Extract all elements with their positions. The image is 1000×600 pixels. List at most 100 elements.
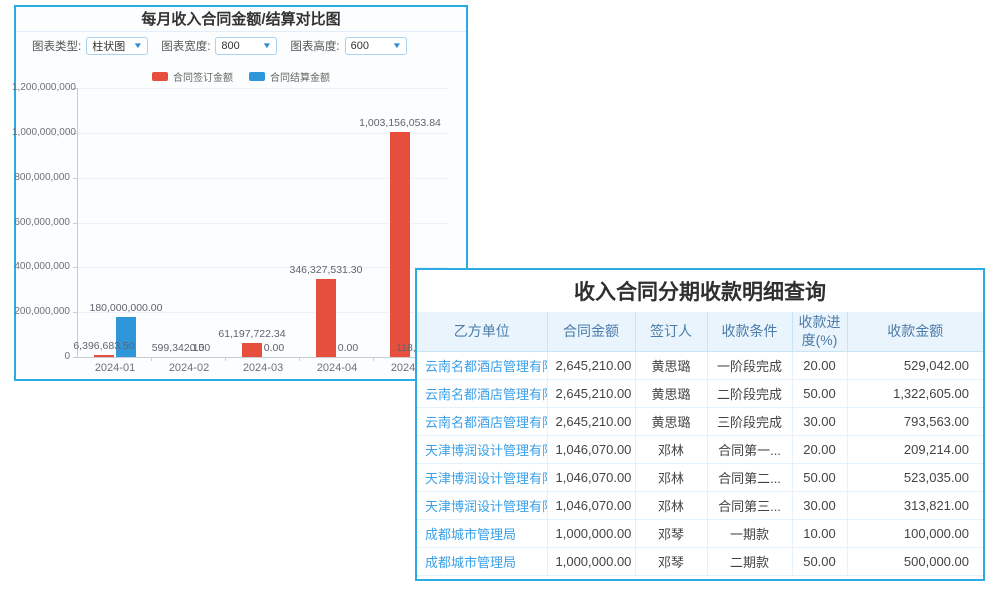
chart-width-label: 图表宽度:: [161, 38, 210, 54]
table-row: 云南名都酒店管理有限公司2,645,210.00黄思璐三阶段完成30.00793…: [417, 408, 983, 436]
cell-contract-amount: 1,046,070.00: [547, 492, 635, 520]
legend-label: 合同结算金额: [270, 69, 330, 84]
cell-contract-amount: 2,645,210.00: [547, 380, 635, 408]
table-row: 成都城市管理局1,000,000.00邓琴二期款50.00500,000.00: [417, 548, 983, 576]
company-link[interactable]: 云南名都酒店管理有限公司: [425, 387, 547, 402]
table-row: 天津博润设计管理有限公司1,046,070.00邓林合同第二...50.0052…: [417, 464, 983, 492]
bar-合同签订金额-2024-01[interactable]: [94, 355, 114, 357]
company-link[interactable]: 成都城市管理局: [425, 527, 516, 542]
chart-title: 每月收入合同金额/结算对比图: [16, 9, 466, 31]
table-title: 收入合同分期收款明细查询: [417, 270, 983, 312]
company-link[interactable]: 天津博润设计管理有限公司: [425, 443, 547, 458]
cell-company[interactable]: 天津博润设计管理有限公司: [417, 492, 547, 520]
bar-合同签订金额-2024-05[interactable]: [390, 132, 410, 357]
x-axis-label: 2024-01: [78, 362, 152, 374]
cell-company[interactable]: 成都城市管理局: [417, 520, 547, 548]
cell-contract-amount: 2,645,210.00: [547, 408, 635, 436]
chevron-down-icon: ▼: [133, 42, 143, 50]
table-row: 云南名都酒店管理有限公司2,645,210.00黄思璐一阶段完成20.00529…: [417, 352, 983, 380]
cell-condition: 一阶段完成: [707, 352, 792, 380]
legend-item-settle[interactable]: 合同结算金额: [249, 69, 330, 84]
legend-item-sign[interactable]: 合同签订金额: [152, 69, 233, 84]
company-link[interactable]: 天津博润设计管理有限公司: [425, 471, 547, 486]
bar-value-label: 346,327,531.30: [266, 264, 386, 276]
cell-progress: 50.00: [792, 380, 847, 408]
y-axis-label: 1,000,000,000: [12, 127, 70, 138]
cell-condition: 合同第二...: [707, 464, 792, 492]
cell-signer: 黄思璐: [635, 352, 707, 380]
company-link[interactable]: 云南名都酒店管理有限公司: [425, 415, 547, 430]
title-separator: [16, 31, 466, 32]
chart-width-select[interactable]: 800 ▼: [215, 37, 277, 55]
cell-amount: 1,322,605.00: [847, 380, 983, 408]
cell-company[interactable]: 成都城市管理局: [417, 548, 547, 576]
cell-signer: 邓琴: [635, 520, 707, 548]
chart-type-value: 柱状图: [92, 38, 125, 54]
y-axis-tick: [73, 178, 78, 179]
cell-company[interactable]: 云南名都酒店管理有限公司: [417, 380, 547, 408]
cell-amount: 209,214.00: [847, 436, 983, 464]
x-axis-tick: [151, 357, 152, 361]
cell-progress: 20.00: [792, 436, 847, 464]
table-header-row: 乙方单位合同金额签订人收款条件收款进度(%)收款金额: [417, 312, 983, 352]
x-axis-label: 2024-02: [152, 362, 226, 374]
cell-condition: 二期款: [707, 548, 792, 576]
column-header: 签订人: [635, 312, 707, 352]
y-axis-label: 0: [12, 351, 70, 362]
cell-company[interactable]: 天津博润设计管理有限公司: [417, 464, 547, 492]
chart-height-label: 图表高度:: [290, 38, 339, 54]
cell-company[interactable]: 云南名都酒店管理有限公司: [417, 408, 547, 436]
cell-condition: 二阶段完成: [707, 380, 792, 408]
table-body: 云南名都酒店管理有限公司2,645,210.00黄思璐一阶段完成20.00529…: [417, 352, 983, 576]
chart-height-control: 图表高度: 600 ▼: [290, 37, 406, 55]
cell-signer: 邓林: [635, 492, 707, 520]
cell-condition: 合同第一...: [707, 436, 792, 464]
table-row: 云南名都酒店管理有限公司2,645,210.00黄思璐二阶段完成50.001,3…: [417, 380, 983, 408]
chart-legend: 合同签订金额 合同结算金额: [16, 69, 466, 84]
y-axis-label: 800,000,000: [12, 172, 70, 183]
company-link[interactable]: 天津博润设计管理有限公司: [425, 499, 547, 514]
y-axis-label: 600,000,000: [12, 217, 70, 228]
cell-signer: 黄思璐: [635, 408, 707, 436]
y-axis-label: 200,000,000: [12, 306, 70, 317]
cell-company[interactable]: 云南名都酒店管理有限公司: [417, 352, 547, 380]
company-link[interactable]: 成都城市管理局: [425, 555, 516, 570]
gridline: [78, 88, 448, 89]
bar-value-label: 180,000,000.00: [66, 302, 186, 314]
cell-condition: 三阶段完成: [707, 408, 792, 436]
cell-progress: 10.00: [792, 520, 847, 548]
company-link[interactable]: 云南名都酒店管理有限公司: [425, 359, 547, 374]
chart-width-value: 800: [221, 40, 239, 52]
x-axis-tick: [299, 357, 300, 361]
legend-swatch-red: [152, 72, 168, 81]
cell-condition: 一期款: [707, 520, 792, 548]
cell-contract-amount: 1,000,000.00: [547, 520, 635, 548]
cell-company[interactable]: 天津博润设计管理有限公司: [417, 436, 547, 464]
installment-table: 乙方单位合同金额签订人收款条件收款进度(%)收款金额 云南名都酒店管理有限公司2…: [417, 312, 983, 576]
cell-contract-amount: 1,046,070.00: [547, 464, 635, 492]
legend-swatch-blue: [249, 72, 265, 81]
detail-table-panel: 收入合同分期收款明细查询 乙方单位合同金额签订人收款条件收款进度(%)收款金额 …: [415, 268, 985, 581]
cell-signer: 黄思璐: [635, 380, 707, 408]
cell-progress: 20.00: [792, 352, 847, 380]
column-header: 收款条件: [707, 312, 792, 352]
y-axis-tick: [73, 223, 78, 224]
chart-height-value: 600: [351, 40, 369, 52]
cell-contract-amount: 2,645,210.00: [547, 352, 635, 380]
cell-signer: 邓琴: [635, 548, 707, 576]
cell-progress: 30.00: [792, 408, 847, 436]
cell-progress: 50.00: [792, 464, 847, 492]
y-axis-tick: [73, 267, 78, 268]
cell-contract-amount: 1,000,000.00: [547, 548, 635, 576]
chart-type-select[interactable]: 柱状图 ▼: [86, 37, 148, 55]
chart-height-select[interactable]: 600 ▼: [345, 37, 407, 55]
chart-width-control: 图表宽度: 800 ▼: [161, 37, 277, 55]
column-header: 乙方单位: [417, 312, 547, 352]
cell-amount: 500,000.00: [847, 548, 983, 576]
chevron-down-icon: ▼: [391, 42, 401, 50]
table-row: 天津博润设计管理有限公司1,046,070.00邓林合同第一...20.0020…: [417, 436, 983, 464]
cell-amount: 529,042.00: [847, 352, 983, 380]
y-axis-label: 1,200,000,000: [12, 82, 70, 93]
cell-signer: 邓林: [635, 464, 707, 492]
bar-value-label: 61,197,722.34: [192, 328, 312, 340]
